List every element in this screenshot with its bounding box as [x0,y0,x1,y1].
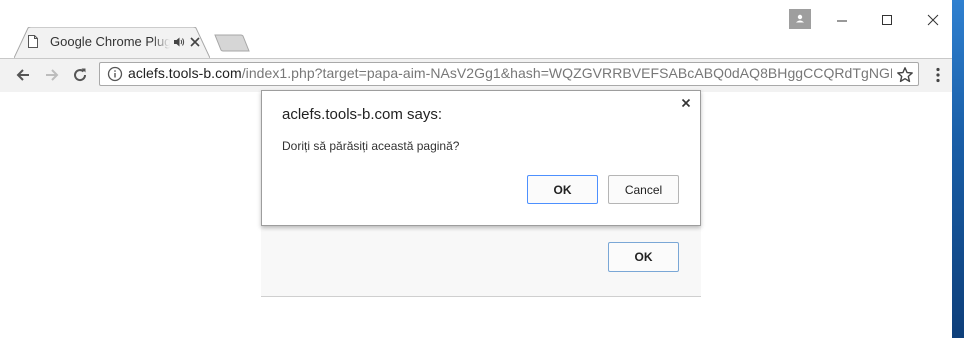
new-tab-button[interactable] [214,34,250,52]
window-close-icon[interactable] [923,10,943,30]
close-icon[interactable] [681,98,691,108]
back-arrow-icon[interactable] [14,66,32,84]
browser-window: Google Chrome Plugin aclefs.tools-b.com/… [0,0,952,338]
desktop-wallpaper-edge [950,0,964,338]
url-host: aclefs.tools-b.com [128,65,242,81]
info-icon[interactable] [107,66,123,82]
background-ok-button[interactable]: OK [608,242,679,272]
speaker-icon[interactable] [173,36,185,48]
url-path: /index1.php?target=papa-aim-NAsV2Gg1&has… [241,65,892,81]
star-icon[interactable] [896,66,914,84]
profile-icon[interactable] [789,9,811,29]
maximize-icon[interactable] [877,10,897,30]
dialog-message: Doriți să părăsiți această pagină? [282,139,460,153]
url-text[interactable]: aclefs.tools-b.com/index1.php?target=pap… [128,65,892,81]
cancel-button[interactable]: Cancel [608,175,679,204]
forward-arrow-icon[interactable] [43,66,61,84]
ok-button[interactable]: OK [527,175,598,204]
tab-close-icon[interactable] [189,36,201,48]
reload-icon[interactable] [71,66,89,84]
dialog-title: aclefs.tools-b.com says: [282,106,443,123]
minimize-icon[interactable] [832,10,852,30]
page-icon [28,35,38,48]
tab-title: Google Chrome Plugin [50,34,170,49]
kebab-menu-icon[interactable] [931,66,945,84]
